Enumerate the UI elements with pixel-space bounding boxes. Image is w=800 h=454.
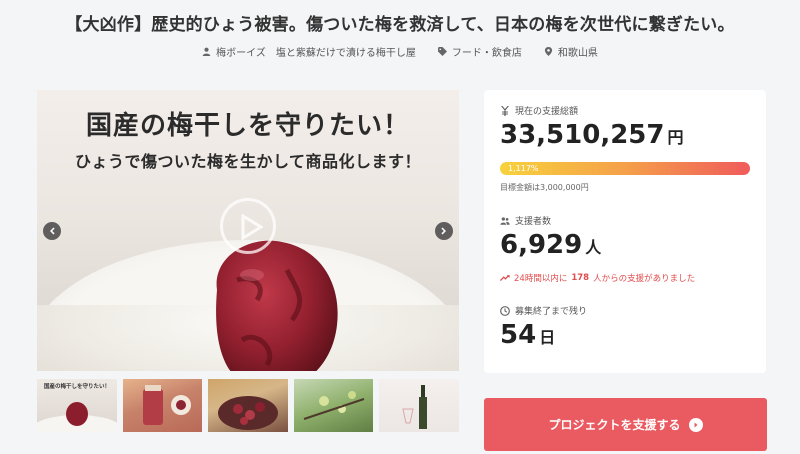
recent-suffix: 人からの支援がありました bbox=[593, 274, 696, 284]
arrow-right-circle-icon bbox=[688, 417, 703, 432]
supporters-value: 6,929 bbox=[500, 230, 583, 260]
trending-up-icon bbox=[500, 275, 510, 281]
remaining-days: 54 日 bbox=[500, 320, 555, 350]
total-label-row: 現在の支援総額 bbox=[500, 104, 578, 117]
yen-icon bbox=[501, 105, 509, 116]
support-project-label: プロジェクトを支援する bbox=[548, 418, 681, 432]
remaining-label: 募集終了まで残り bbox=[515, 307, 588, 317]
thumbnail-1[interactable]: 国産の梅干しを守りたい！ bbox=[37, 379, 117, 432]
play-icon bbox=[241, 214, 263, 240]
project-meta: 梅ボーイズ 塩と紫蘇だけで漬ける梅干し屋 フード・飲食店 和歌山県 bbox=[0, 44, 800, 59]
jar-thumbnail-graphic bbox=[142, 385, 191, 425]
total-amount-unit: 円 bbox=[667, 128, 684, 147]
funding-stats-card: 現在の支援総額 33,510,257 円 1,117% 目標金額は3,000,00… bbox=[484, 90, 766, 373]
total-label: 現在の支援総額 bbox=[515, 107, 579, 117]
plums-thumbnail-graphic bbox=[218, 396, 279, 430]
remaining-days-value: 54 bbox=[500, 320, 537, 350]
category-link[interactable]: フード・飲食店 bbox=[437, 44, 522, 59]
recent-prefix: 24時間以内に bbox=[514, 274, 568, 284]
goal-amount: 目標金額は3,000,000円 bbox=[500, 183, 589, 192]
tag-icon bbox=[437, 47, 447, 56]
bottle-thumbnail-graphic bbox=[402, 385, 428, 429]
location-name: 和歌山県 bbox=[557, 48, 598, 59]
owner-name: 梅ボーイズ 塩と紫蘇だけで漬ける梅干し屋 bbox=[216, 48, 416, 59]
thumbnail-5[interactable] bbox=[379, 379, 459, 432]
funding-progress-bar: 1,117% bbox=[500, 162, 750, 175]
total-amount-value: 33,510,257 bbox=[500, 120, 665, 150]
remaining-days-unit: 日 bbox=[539, 328, 556, 347]
umeboshi-thumbnail-graphic bbox=[37, 402, 117, 432]
supporters-count: 6,929 人 bbox=[500, 230, 601, 260]
location-link[interactable]: 和歌山県 bbox=[544, 44, 598, 59]
supporters-label-row: 支援者数 bbox=[500, 214, 551, 227]
user-icon bbox=[202, 47, 211, 56]
next-image-button[interactable] bbox=[435, 222, 453, 240]
umeboshi-illustration bbox=[216, 240, 338, 371]
clock-icon bbox=[500, 305, 510, 316]
users-icon bbox=[500, 216, 510, 225]
chevron-left-icon bbox=[50, 227, 55, 235]
owner-link[interactable]: 梅ボーイズ 塩と紫蘇だけで漬ける梅干し屋 bbox=[202, 44, 416, 59]
play-video-button[interactable] bbox=[220, 198, 276, 254]
progress-percent: 1,117% bbox=[508, 164, 539, 173]
project-title: 【大凶作】歴史的ひょう被害。傷ついた梅を救済して、日本の梅を次世代に繋ぎたい。 bbox=[65, 15, 735, 35]
tree-thumbnail-graphic bbox=[303, 391, 365, 420]
thumbnail-4[interactable] bbox=[293, 379, 374, 432]
previous-image-button[interactable] bbox=[43, 222, 61, 240]
total-amount: 33,510,257 円 bbox=[500, 120, 684, 150]
remaining-label-row: 募集終了まで残り bbox=[500, 304, 587, 317]
map-pin-icon bbox=[544, 47, 552, 56]
recent-count: 178 bbox=[571, 273, 590, 283]
hero-subheadline: ひょうで傷ついた梅を生かして商品化します！ bbox=[74, 152, 422, 171]
recent-supporters-note: 24時間以内に 178 人からの支援がありました bbox=[500, 272, 695, 284]
thumbnail-2[interactable] bbox=[122, 379, 203, 432]
supporters-unit: 人 bbox=[585, 238, 602, 257]
thumbnail-3[interactable] bbox=[208, 379, 288, 432]
category-name: フード・飲食店 bbox=[451, 48, 522, 59]
support-project-button[interactable]: プロジェクトを支援する bbox=[484, 398, 767, 451]
hero-image[interactable]: 国産の梅干しを守りたい！ ひょうで傷ついた梅を生かして商品化します！ bbox=[37, 90, 459, 371]
supporters-label: 支援者数 bbox=[515, 217, 552, 227]
hero-headline: 国産の梅干しを守りたい！ bbox=[85, 111, 410, 141]
thumbnail-strip: 国産の梅干しを守りたい！ bbox=[37, 379, 459, 432]
chevron-right-icon bbox=[441, 227, 446, 235]
